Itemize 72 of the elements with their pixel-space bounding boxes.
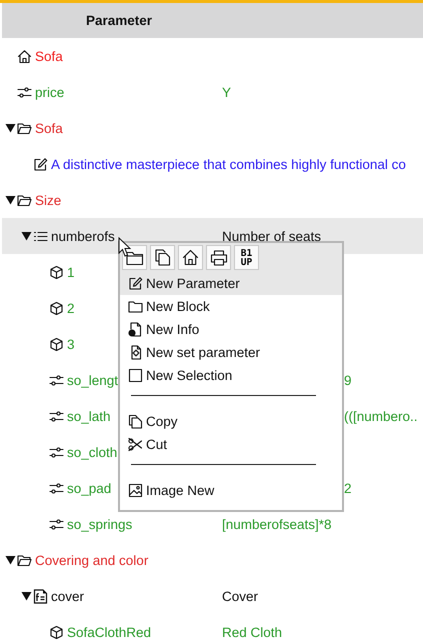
menu-item[interactable]: New Selection	[120, 364, 342, 387]
parameter-name[interactable]: Sofa	[35, 120, 63, 136]
parameter-name[interactable]: so_pad	[67, 480, 112, 496]
copy-icon	[128, 414, 143, 429]
copy-button[interactable]	[150, 245, 175, 270]
image-icon	[128, 483, 143, 498]
parameter-value: Y	[222, 84, 232, 100]
info-file-icon	[128, 322, 143, 337]
pencil-icon	[128, 276, 143, 291]
parameter-name[interactable]: cover	[51, 588, 84, 604]
menu-item[interactable]: Image New	[120, 479, 342, 502]
caret-icon[interactable]	[5, 195, 16, 205]
menu-item[interactable]: Copy	[120, 410, 342, 433]
cube-icon	[49, 264, 64, 280]
parameter-name[interactable]: so_springs	[67, 516, 132, 532]
label-button[interactable]: B1 UP	[234, 245, 259, 270]
description-text[interactable]: A distinctive masterpiece that combines highly functional co	[51, 156, 406, 172]
folder-icon	[126, 250, 144, 266]
parameter-name[interactable]: 1	[67, 264, 75, 280]
pencil-icon	[33, 156, 48, 172]
menu-item[interactable]: New set parameter	[120, 341, 342, 364]
document-icon	[33, 588, 48, 604]
folder-button[interactable]	[122, 245, 147, 270]
parameter-name[interactable]: price	[35, 84, 64, 100]
home-icon	[17, 48, 32, 64]
parameter-name[interactable]: numberofs	[51, 228, 115, 244]
parameter-name[interactable]: Sofa	[35, 48, 63, 64]
parameter-name[interactable]: so_lengt	[67, 372, 118, 388]
caret-icon[interactable]	[5, 123, 16, 133]
menu-item[interactable]: New Info	[120, 318, 342, 341]
caret-icon[interactable]	[21, 231, 32, 241]
column-header[interactable]: Parameter	[2, 3, 423, 38]
parameter-value: Red Cloth	[222, 624, 282, 640]
parameter-value: (([numbero..	[344, 408, 418, 424]
folder-icon	[17, 192, 32, 208]
sliders-icon	[49, 372, 64, 388]
sliders-icon	[49, 516, 64, 532]
parameter-name[interactable]: so_cloth	[67, 444, 118, 460]
parameter-name[interactable]: Covering and color	[35, 552, 148, 568]
cube-icon	[49, 624, 64, 640]
cube-icon	[49, 300, 64, 316]
folder-icon	[128, 299, 143, 314]
parameter-value: 9	[344, 372, 352, 388]
menu-item[interactable]: New Block	[120, 295, 342, 318]
parameter-value: Cover	[222, 588, 258, 604]
folder-icon	[17, 552, 32, 568]
print-button[interactable]	[206, 245, 231, 270]
parameter-name[interactable]: 3	[67, 336, 75, 352]
home-icon	[182, 249, 199, 266]
cube-icon	[49, 336, 64, 352]
sliders-icon	[17, 84, 32, 100]
sliders-icon	[49, 444, 64, 460]
print-icon	[210, 250, 228, 266]
sliders-icon	[49, 408, 64, 424]
parameter-name[interactable]: 2	[67, 300, 75, 316]
menu-item[interactable]: New Parameter	[120, 272, 342, 295]
header-title: Parameter	[86, 13, 152, 28]
parameter-value: Number of seats	[222, 228, 322, 244]
caret-icon[interactable]	[5, 555, 16, 565]
caret-icon[interactable]	[21, 591, 32, 601]
copy-icon	[154, 249, 170, 266]
parameter-name[interactable]: SofaClothRed	[67, 624, 152, 640]
home-button[interactable]	[178, 245, 203, 270]
folder-icon	[17, 120, 32, 136]
checkbox-icon	[128, 368, 143, 383]
menu-item[interactable]: Cut	[120, 433, 342, 456]
parameter-value: 2	[344, 480, 352, 496]
scissors-icon	[128, 437, 143, 452]
parameter-value: [numberofseats]*8	[222, 516, 332, 532]
parameter-name[interactable]: Size	[35, 192, 62, 208]
sliders-icon	[49, 480, 64, 496]
parameter-name[interactable]: so_lath	[67, 408, 111, 424]
